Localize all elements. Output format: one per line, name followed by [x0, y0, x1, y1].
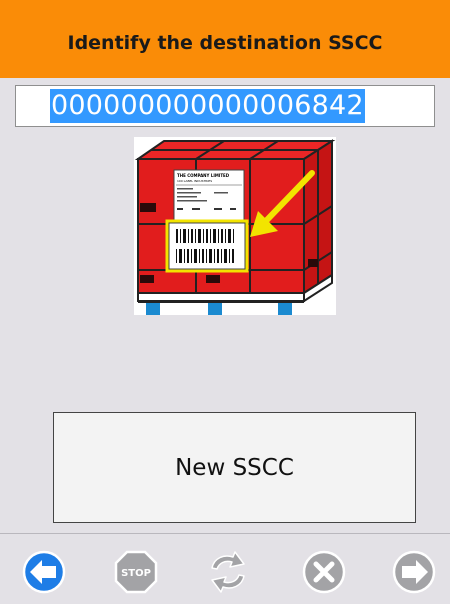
sscc-value[interactable]: 000000000000006842	[50, 89, 365, 123]
label-company-text: THE COMPANY LIMITED	[177, 173, 230, 178]
stop-label: STOP	[121, 568, 151, 579]
bottom-toolbar: STOP	[0, 533, 450, 604]
label-address-text: 100 LABEL INDUSTRIES	[177, 179, 212, 183]
header-bar: Identify the destination SSCC	[0, 0, 450, 78]
page-title: Identify the destination SSCC	[67, 32, 383, 54]
cancel-button[interactable]	[302, 550, 346, 594]
pallet-label-icon: THE COMPANY LIMITED 100 LABEL INDUSTRIES	[134, 139, 336, 315]
back-arrow-icon	[22, 550, 66, 594]
cancel-icon	[302, 550, 346, 594]
next-arrow-icon	[392, 550, 436, 594]
next-button[interactable]	[392, 550, 436, 594]
pallet-label-illustration: THE COMPANY LIMITED 100 LABEL INDUSTRIES	[134, 137, 336, 315]
refresh-button[interactable]	[206, 550, 250, 594]
new-sscc-label: New SSCC	[175, 454, 294, 481]
refresh-icon	[211, 551, 245, 593]
sscc-input[interactable]: 000000000000006842	[15, 85, 435, 127]
stop-button[interactable]: STOP	[114, 550, 158, 594]
new-sscc-button[interactable]: New SSCC	[53, 412, 416, 523]
stop-icon: STOP	[114, 550, 158, 594]
back-button[interactable]	[22, 550, 66, 594]
